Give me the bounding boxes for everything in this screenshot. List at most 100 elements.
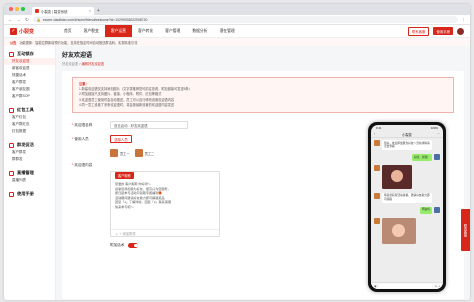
announcement-bar: 公告 功能更新：智能拉群新增预约功能，支持在指定时间自动推送群活码，实现精准引流 bbox=[4, 38, 470, 46]
sidebar-item[interactable]: 好友欢迎语 bbox=[4, 58, 55, 65]
logo-text: 小裂变 bbox=[19, 28, 35, 35]
nav-item[interactable]: 客户运营 bbox=[104, 25, 132, 37]
chat-message: 恭喜您获得活动资格，邀请好友助力即可领取 bbox=[371, 191, 443, 205]
attach-switch[interactable] bbox=[128, 243, 139, 249]
sidebar-item[interactable]: 客户群发 bbox=[4, 79, 55, 86]
editor-body[interactable]: 亲爱的 客户昵称 你好呀～ 感谢您添加我为好友，很高兴为您服务， 即日起参与活动… bbox=[111, 179, 219, 229]
phone-preview: 9:41 100% ‹ 小裂变 ··· 您好，欢迎添加我为好友～活动详情请点击查… bbox=[368, 122, 446, 292]
sidebar-group: 红包工具客户红包 客户群红包 红包数据 bbox=[4, 106, 55, 135]
chevron-left-icon: ‹ bbox=[374, 132, 376, 136]
user-manual-button[interactable]: 使用手册 bbox=[433, 27, 453, 35]
top-navigation: ✓ 小裂变 首页 客户裂变 客户运营 客户转化 客户管理 数据分析 潜在管理 联系客服 使用… bbox=[4, 25, 470, 38]
sidebar-group-title[interactable]: 互动锁存 bbox=[4, 50, 55, 58]
chat-message bbox=[371, 216, 443, 246]
receiver-avatar bbox=[434, 154, 440, 161]
menu-group-icon bbox=[9, 107, 14, 113]
tab-bar: 小裂变 | 裂变系统 × + bbox=[4, 4, 470, 15]
window-controls bbox=[9, 7, 25, 11]
nav-item[interactable]: 客户管理 bbox=[159, 25, 186, 37]
editor-tools[interactable]: ☺ + 添加附件 bbox=[115, 231, 136, 236]
address-bar-row: ← → ↻ 🔒 escrm.xiaolbian.com/#/scrm/frien… bbox=[4, 15, 470, 25]
staff-avatar bbox=[110, 149, 118, 158]
welcome-content-editor[interactable]: 客户昵称 亲爱的 客户昵称 你好呀～ 感谢您添加我为好友，很高兴为您服务， 即日… bbox=[110, 171, 220, 238]
staff-chip[interactable]: 员工二 bbox=[134, 149, 154, 158]
back-icon[interactable]: ← bbox=[8, 17, 13, 22]
forward-icon[interactable]: → bbox=[17, 17, 22, 22]
sidebar-item[interactable]: 客户红包 bbox=[4, 114, 55, 121]
nav-item[interactable]: 首页 bbox=[58, 25, 78, 37]
close-tab-icon[interactable]: × bbox=[89, 9, 91, 13]
logo-icon: ✓ bbox=[10, 27, 17, 35]
select-staff-button[interactable]: 选择人员 bbox=[110, 135, 132, 144]
close-window-icon[interactable] bbox=[9, 7, 13, 11]
sidebar-group-title[interactable]: 群发促活 bbox=[4, 141, 55, 149]
sidebar-group-label: 互动锁存 bbox=[17, 51, 34, 56]
menu-group-icon bbox=[9, 170, 14, 176]
welcome-name-input[interactable]: 双旦启动 - 好友欢迎语 bbox=[110, 121, 188, 130]
menu-group-icon bbox=[9, 191, 14, 197]
editor-line: 快来参与吧～ bbox=[115, 204, 134, 209]
editor-toolbar: ☺ + 添加附件 bbox=[111, 229, 219, 236]
url-input[interactable]: 🔒 escrm.xiaolbian.com/#/scrm/friend/welc… bbox=[32, 16, 458, 23]
sidebar-group-label: 红包工具 bbox=[17, 107, 34, 112]
phone-screen: 9:41 100% ‹ 小裂变 ··· 您好，欢迎添加我为好友～活动详情请点击查… bbox=[371, 125, 443, 289]
maximize-window-icon[interactable] bbox=[21, 7, 25, 11]
menu-group-icon bbox=[9, 142, 14, 148]
sidebar-item[interactable]: 客户群发 bbox=[4, 149, 55, 156]
nav-item[interactable]: 客户转化 bbox=[132, 25, 159, 37]
browser-window: 小裂变 | 裂变系统 × + ← → ↻ 🔒 escrm.xiaolbian.c… bbox=[4, 4, 470, 300]
sidebar-item[interactable]: 群群发 bbox=[4, 156, 55, 163]
chat-bubble: 好的，谢谢！ bbox=[411, 154, 432, 161]
user-avatar[interactable] bbox=[457, 27, 464, 35]
sidebar-group: 使用手册 bbox=[4, 190, 55, 198]
staff-avatar bbox=[134, 149, 143, 158]
menu-group-icon bbox=[9, 51, 14, 57]
sidebar-group-title[interactable]: 红包工具 bbox=[4, 106, 55, 114]
url-text: escrm.xiaolbian.com/#/scrm/friend/welcom… bbox=[43, 17, 148, 22]
sidebar-group: 直播管理 直播列表 bbox=[4, 169, 55, 184]
sidebar-item[interactable]: 新客欢迎语 bbox=[4, 65, 55, 72]
minimize-window-icon[interactable] bbox=[15, 7, 19, 11]
insert-nickname-button[interactable]: 客户昵称 bbox=[115, 172, 134, 179]
sidebar-item[interactable]: 客户群红包 bbox=[4, 121, 55, 128]
chat-bubble: 您好，欢迎添加我为好友～活动详情请点击查看 bbox=[382, 140, 432, 151]
page-title: 好友欢迎语 bbox=[62, 53, 93, 59]
lock-icon: 🔒 bbox=[36, 17, 42, 22]
announcement-text: 功能更新：智能拉群新增预约功能，支持在指定时间自动推送群活码，实现精准引流 bbox=[19, 40, 138, 45]
sidebar-item[interactable]: 客户群SOP bbox=[4, 93, 55, 100]
main-menu: 首页 客户裂变 客户运营 客户转化 客户管理 数据分析 潜在管理 bbox=[58, 25, 241, 37]
sidebar-group-title[interactable]: 直播管理 bbox=[4, 169, 55, 177]
name-label: 欢迎语名称 bbox=[74, 122, 93, 127]
sidebar-item[interactable]: 客户朋友圈 bbox=[4, 86, 55, 93]
app-logo[interactable]: ✓ 小裂变 bbox=[10, 27, 58, 35]
sidebar-group: 群发促活 客户群发 群群发 bbox=[4, 141, 55, 163]
browser-tab[interactable]: 小裂变 | 裂变系统 × bbox=[32, 7, 94, 15]
contact-support-button[interactable]: 联系客服 bbox=[407, 26, 430, 36]
chat-message: 您好，欢迎添加我为好友～活动详情请点击查看 bbox=[371, 138, 443, 152]
chat-bubble: 明白啦 bbox=[419, 206, 432, 214]
nav-item[interactable]: 客户裂变 bbox=[78, 25, 105, 37]
sidebar-item[interactable]: 快捷话术 bbox=[4, 72, 55, 79]
breadcrumb-parent[interactable]: 好友欢迎语 bbox=[62, 62, 78, 66]
sidebar-group-label: 使用手册 bbox=[17, 191, 34, 196]
sidebar-item[interactable]: 直播列表 bbox=[4, 177, 55, 184]
reload-icon[interactable]: ↻ bbox=[25, 17, 29, 23]
phone-chat-header: ‹ 小裂变 ··· bbox=[371, 131, 443, 138]
sender-avatar bbox=[374, 192, 380, 199]
staff-label: 使用人员 bbox=[74, 136, 89, 141]
sidebar-group: 互动锁存好友欢迎语 新客欢迎语 快捷话术 客户群发 客户朋友圈 客户群SOP bbox=[4, 50, 55, 100]
sidebar-group-title[interactable]: 使用手册 bbox=[4, 190, 55, 198]
phone-input-bar: ◉ ☺ + bbox=[371, 282, 443, 289]
content-label: 欢迎语内容 bbox=[74, 163, 93, 168]
nav-item[interactable]: 数据分析 bbox=[186, 25, 213, 37]
nav-item[interactable]: 潜在管理 bbox=[214, 25, 241, 37]
floating-support-button[interactable]: 联系客服 bbox=[461, 209, 470, 251]
tips-line: 4.同一员工设置了多条欢迎语时，将会按最新设置的欢迎语内容发送 bbox=[79, 102, 175, 107]
new-tab-icon[interactable]: + bbox=[97, 8, 100, 14]
announcement-tag: 公告 bbox=[10, 40, 17, 45]
top-actions: 联系客服 使用手册 bbox=[407, 26, 464, 36]
browser-menu-icon[interactable]: ⋮ bbox=[462, 17, 467, 23]
sidebar-item[interactable]: 红包数据 bbox=[4, 128, 55, 135]
staff-chip[interactable]: 员工一 bbox=[110, 149, 130, 158]
phone-text-input bbox=[378, 283, 433, 289]
